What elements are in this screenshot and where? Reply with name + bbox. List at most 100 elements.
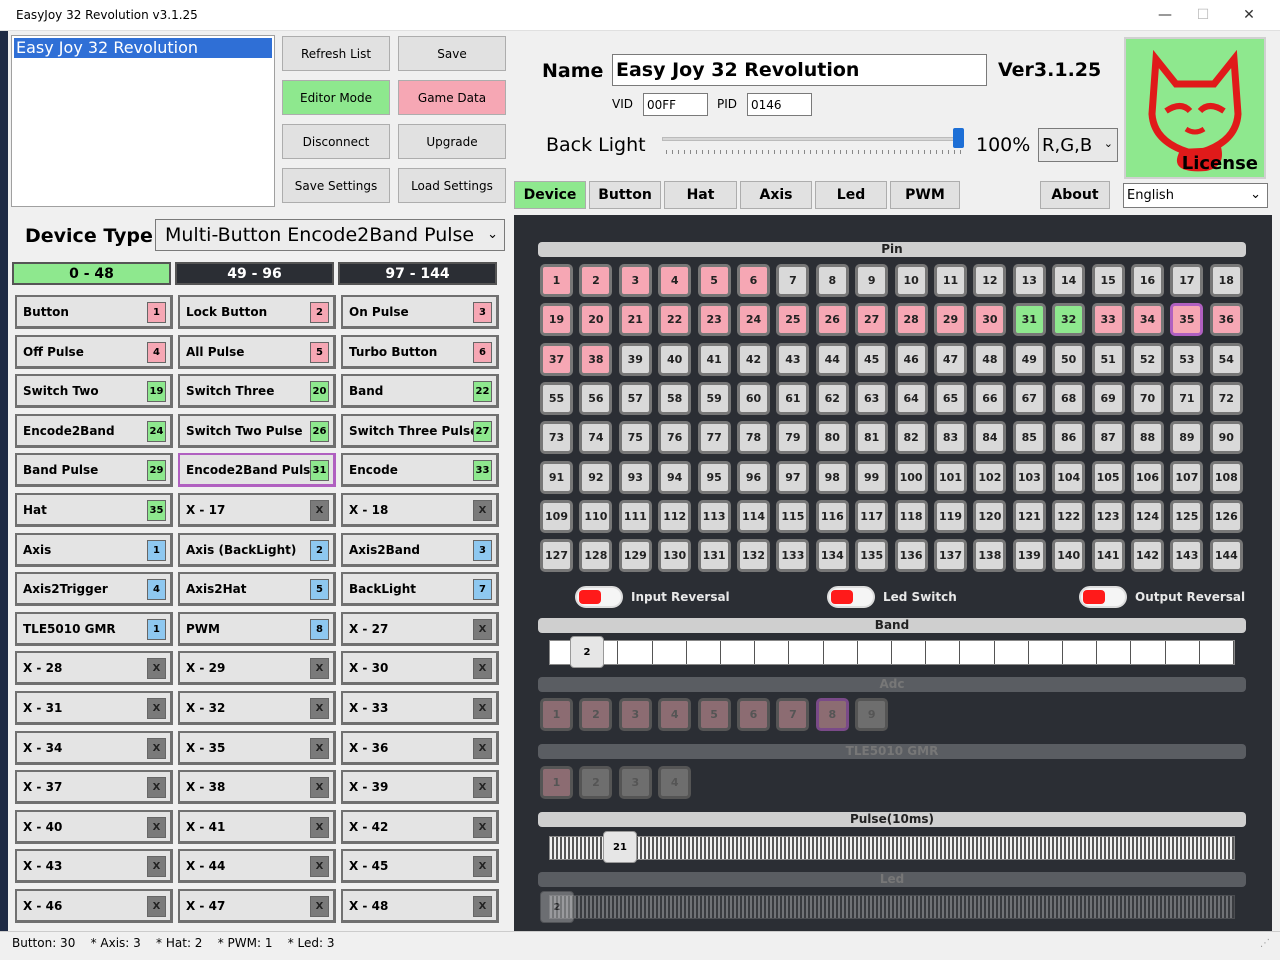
- mapping-cell[interactable]: Switch Two 19: [15, 374, 173, 409]
- pin-53[interactable]: 53: [1170, 342, 1204, 376]
- pin-6[interactable]: 6: [737, 264, 770, 297]
- pin-20[interactable]: 20: [579, 303, 613, 337]
- pin-59[interactable]: 59: [697, 381, 731, 415]
- save-settings-button[interactable]: Save Settings: [282, 168, 390, 203]
- input-reversal-toggle[interactable]: [575, 586, 623, 608]
- mapping-cell[interactable]: All Pulse 5: [178, 334, 336, 369]
- pin-96[interactable]: 96: [737, 460, 770, 494]
- mapping-cell[interactable]: Axis (BackLight) 2: [178, 532, 336, 567]
- pin-36[interactable]: 36: [1209, 303, 1243, 337]
- mapping-cell[interactable]: X - 33 X: [341, 691, 499, 725]
- pin-87[interactable]: 87: [1091, 421, 1125, 455]
- pin-19[interactable]: 19: [540, 303, 573, 337]
- mapping-cell[interactable]: X - 45 X: [341, 849, 499, 884]
- pin-88[interactable]: 88: [1131, 421, 1164, 455]
- pin-79[interactable]: 79: [776, 421, 810, 455]
- refresh-list-button[interactable]: Refresh List: [282, 36, 390, 71]
- mapping-cell[interactable]: Button 1: [15, 295, 173, 329]
- mapping-cell[interactable]: X - 18 X: [341, 493, 499, 527]
- pin-104[interactable]: 104: [1052, 460, 1086, 494]
- mapping-cell[interactable]: X - 28 X: [15, 651, 173, 686]
- pin-94[interactable]: 94: [658, 460, 692, 494]
- led-slider[interactable]: [549, 895, 1235, 919]
- pin-122[interactable]: 122: [1052, 499, 1086, 533]
- tab-led[interactable]: Led: [815, 181, 887, 209]
- pin-121[interactable]: 121: [1012, 499, 1046, 533]
- tle5010-4[interactable]: 4: [658, 766, 692, 799]
- upgrade-button[interactable]: Upgrade: [398, 124, 506, 159]
- pin-5[interactable]: 5: [697, 264, 731, 297]
- pin-126[interactable]: 126: [1209, 499, 1243, 533]
- pin-56[interactable]: 56: [579, 381, 613, 415]
- load-settings-button[interactable]: Load Settings: [398, 168, 506, 203]
- pin-42[interactable]: 42: [737, 342, 770, 376]
- pin-27[interactable]: 27: [855, 303, 889, 337]
- pin-105[interactable]: 105: [1091, 460, 1125, 494]
- mapping-cell[interactable]: X - 17 X: [178, 493, 336, 527]
- tab-hat[interactable]: Hat: [664, 181, 737, 209]
- pin-92[interactable]: 92: [579, 460, 613, 494]
- mapping-cell[interactable]: X - 43 X: [15, 849, 173, 884]
- mapping-cell[interactable]: X - 46 X: [15, 889, 173, 923]
- pin-99[interactable]: 99: [855, 460, 889, 494]
- color-mode-select[interactable]: R,G,B ⌄: [1038, 128, 1118, 162]
- tle5010-1[interactable]: 1: [540, 766, 573, 799]
- pin-134[interactable]: 134: [815, 539, 849, 573]
- adc-2[interactable]: 2: [579, 698, 613, 731]
- led-slider-thumb[interactable]: 2: [540, 891, 574, 923]
- mapping-cell[interactable]: X - 41 X: [178, 809, 336, 844]
- pin-22[interactable]: 22: [658, 303, 692, 337]
- mapping-cell[interactable]: X - 32 X: [178, 691, 336, 725]
- pin-93[interactable]: 93: [618, 460, 652, 494]
- mapping-cell[interactable]: X - 38 X: [178, 770, 336, 805]
- pin-8[interactable]: 8: [815, 264, 849, 297]
- pin-86[interactable]: 86: [1052, 421, 1086, 455]
- pin-139[interactable]: 139: [1012, 539, 1046, 573]
- pin-73[interactable]: 73: [540, 421, 573, 455]
- pin-71[interactable]: 71: [1170, 381, 1204, 415]
- pin-30[interactable]: 30: [973, 303, 1007, 337]
- mapping-cell[interactable]: Encode2Band Pulse 31: [178, 453, 336, 488]
- mapping-cell[interactable]: BackLight 7: [341, 572, 499, 607]
- pin-23[interactable]: 23: [697, 303, 731, 337]
- pin-40[interactable]: 40: [658, 342, 692, 376]
- name-input[interactable]: Easy Joy 32 Revolution: [612, 54, 987, 86]
- pin-38[interactable]: 38: [579, 342, 613, 376]
- pin-43[interactable]: 43: [776, 342, 810, 376]
- maximize-button[interactable]: ☐: [1180, 0, 1226, 31]
- pin-29[interactable]: 29: [934, 303, 967, 337]
- tab-axis[interactable]: Axis: [740, 181, 812, 209]
- pin-1[interactable]: 1: [540, 264, 573, 297]
- mapping-cell[interactable]: X - 44 X: [178, 849, 336, 884]
- tab-pwm[interactable]: PWM: [890, 181, 960, 209]
- pin-52[interactable]: 52: [1131, 342, 1164, 376]
- pin-67[interactable]: 67: [1012, 381, 1046, 415]
- pin-89[interactable]: 89: [1170, 421, 1204, 455]
- adc-7[interactable]: 7: [776, 698, 810, 731]
- mapping-cell[interactable]: X - 47 X: [178, 889, 336, 923]
- pin-114[interactable]: 114: [737, 499, 770, 533]
- language-select[interactable]: English ⌄: [1123, 183, 1268, 208]
- vid-input[interactable]: 00FF: [643, 93, 708, 116]
- pin-7[interactable]: 7: [776, 264, 810, 297]
- pin-62[interactable]: 62: [815, 381, 849, 415]
- mapping-cell[interactable]: Off Pulse 4: [15, 334, 173, 369]
- band-slider[interactable]: [549, 640, 1235, 665]
- pin-141[interactable]: 141: [1091, 539, 1125, 573]
- adc-6[interactable]: 6: [737, 698, 770, 731]
- pin-90[interactable]: 90: [1209, 421, 1243, 455]
- mapping-cell[interactable]: X - 39 X: [341, 770, 499, 805]
- pin-50[interactable]: 50: [1052, 342, 1086, 376]
- mapping-cell[interactable]: Band Pulse 29: [15, 453, 173, 488]
- pin-113[interactable]: 113: [697, 499, 731, 533]
- mapping-cell[interactable]: X - 37 X: [15, 770, 173, 805]
- pin-143[interactable]: 143: [1170, 539, 1204, 573]
- mapping-cell[interactable]: Switch Two Pulse 26: [178, 413, 336, 448]
- pin-140[interactable]: 140: [1052, 539, 1086, 573]
- pin-47[interactable]: 47: [934, 342, 967, 376]
- mapping-cell[interactable]: X - 34 X: [15, 730, 173, 765]
- pin-32[interactable]: 32: [1052, 303, 1086, 337]
- pin-44[interactable]: 44: [815, 342, 849, 376]
- mapping-cell[interactable]: Lock Button 2: [178, 295, 336, 329]
- pin-70[interactable]: 70: [1131, 381, 1164, 415]
